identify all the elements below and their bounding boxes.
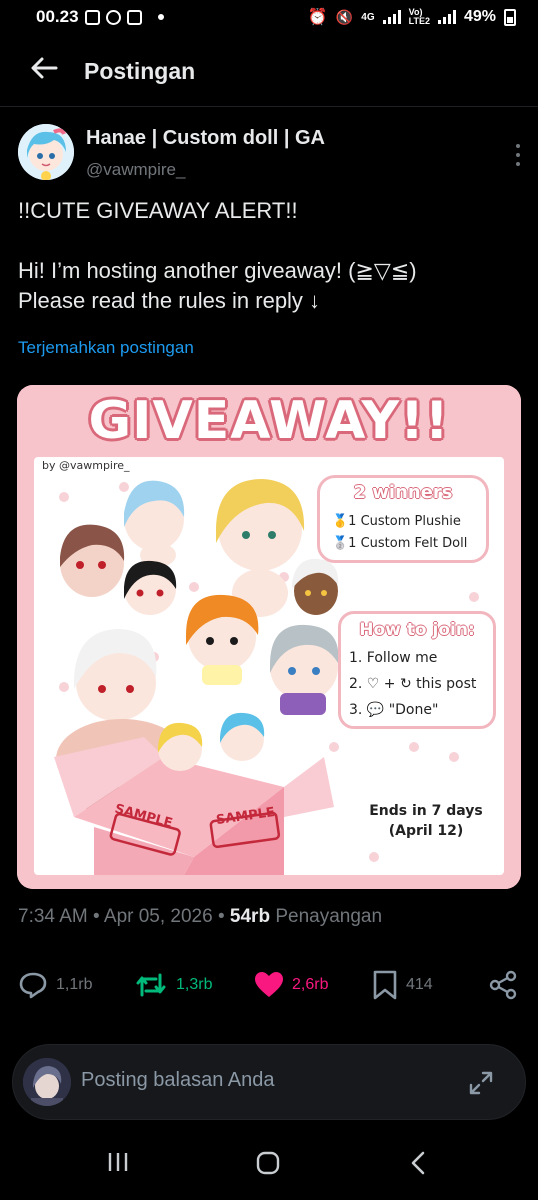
repost-button[interactable]: 1,3rb	[134, 965, 212, 1005]
ends-info: Ends in 7 days (April 12)	[356, 801, 496, 841]
how-to-join-title: How to join:	[359, 620, 475, 640]
how-to-join-box: How to join: 1. Follow me 2. ♡ + ↻ this …	[338, 611, 496, 729]
like-count: 2,6rb	[292, 976, 329, 993]
reply-input[interactable]: Posting balasan Anda	[81, 1069, 275, 1092]
more-options-icon[interactable]	[514, 144, 522, 166]
share-button[interactable]	[488, 965, 518, 1005]
status-bar: 00.23 ⏰ 🔇 4G Vo) LTE2 49%	[0, 0, 538, 34]
bookmark-count: 414	[406, 976, 433, 993]
prize-2: 🥈1 Custom Felt Doll	[332, 536, 468, 551]
signal-1-icon	[382, 10, 401, 24]
post-text-line: !!CUTE GIVEAWAY ALERT!!	[18, 198, 298, 223]
post-text-line: Please read the rules in reply ↓	[18, 288, 321, 313]
bookmark-icon	[373, 970, 397, 1000]
recent-apps-icon[interactable]	[106, 1150, 130, 1179]
alarm-icon: ⏰	[307, 9, 328, 26]
post-author: Hanae | Custom doll | GA @vawmpire_	[18, 122, 528, 184]
reply-composer[interactable]: Posting balasan Anda	[12, 1044, 526, 1120]
ends-line-1: Ends in 7 days	[369, 803, 483, 819]
prize-1: 🥇1 Custom Plushie	[332, 514, 461, 529]
bookmark-button[interactable]: 414	[372, 965, 433, 1005]
repost-count: 1,3rb	[176, 976, 213, 993]
header-divider	[0, 106, 538, 107]
by-line: by @vawmpire_	[42, 459, 130, 472]
page-title: Postingan	[84, 57, 196, 84]
battery-icon	[504, 8, 516, 26]
battery-percent: 49%	[463, 8, 496, 25]
back-arrow-icon[interactable]	[30, 56, 70, 86]
share-icon	[489, 970, 517, 1000]
volte-label: Vo) LTE2	[408, 7, 430, 26]
join-step-2: 2. ♡ + ↻ this post	[349, 676, 477, 692]
status-time: 00.23	[36, 7, 79, 26]
author-avatar[interactable]	[18, 124, 74, 180]
giveaway-title: GIVEAWAY!!	[88, 391, 450, 451]
author-display-name[interactable]: Hanae | Custom doll | GA	[86, 127, 325, 150]
ends-line-2: (April 12)	[388, 823, 464, 839]
post-meta: 7:34 AM • Apr 05, 2026 • 54rb Penayangan	[18, 906, 383, 927]
reply-button[interactable]: 1,1rb	[18, 965, 92, 1005]
post-text: !!CUTE GIVEAWAY ALERT!! Hi! I’m hosting …	[18, 196, 523, 316]
repost-icon	[136, 973, 166, 997]
back-nav-icon[interactable]	[408, 1150, 430, 1181]
reply-count: 1,1rb	[56, 976, 93, 993]
giveaway-panel: by @vawmpire_ 2 winners 🥇1 Custom Plushi…	[34, 457, 504, 875]
system-nav-bar	[0, 1128, 538, 1200]
translate-post-link[interactable]: Terjemahkan postingan	[18, 338, 194, 358]
post-image[interactable]: GIVEAWAY!! by @vawmpire_ 2 winners 🥇1 Cu…	[17, 385, 521, 889]
winners-title: 2 winners	[353, 482, 453, 503]
winners-box: 2 winners 🥇1 Custom Plushie 🥈1 Custom Fe…	[317, 475, 489, 563]
user-avatar	[23, 1058, 71, 1106]
post-text-line: Hi! I’m hosting another giveaway! (≧▽≦)	[18, 258, 417, 283]
join-step-1: 1. Follow me	[349, 650, 438, 666]
author-handle[interactable]: @vawmpire_	[86, 160, 185, 180]
signal-2-icon	[437, 10, 456, 24]
post-actions: 1,1rb 1,3rb 2,6rb 414	[18, 965, 522, 1005]
views-label: Penayangan	[275, 906, 383, 927]
post-date: Apr 05, 2026	[103, 906, 213, 927]
post-time: 7:34 AM	[18, 906, 88, 927]
views-count[interactable]: 54rb	[230, 906, 270, 927]
network-type: 4G	[361, 11, 375, 23]
top-header: Postingan	[0, 38, 538, 104]
join-step-3: 3. 💬 "Done"	[349, 702, 439, 718]
home-icon[interactable]	[255, 1150, 281, 1181]
like-button[interactable]: 2,6rb	[254, 965, 328, 1005]
shop-notification-icon	[126, 9, 142, 25]
gallery-notification-icon	[84, 9, 100, 25]
more-notifications-dot-icon	[157, 14, 164, 20]
mute-icon: 🔇	[335, 8, 354, 25]
expand-icon[interactable]	[467, 1069, 495, 1102]
reply-icon	[19, 972, 47, 999]
facebook-notification-icon	[105, 9, 121, 25]
heart-icon	[255, 972, 283, 997]
